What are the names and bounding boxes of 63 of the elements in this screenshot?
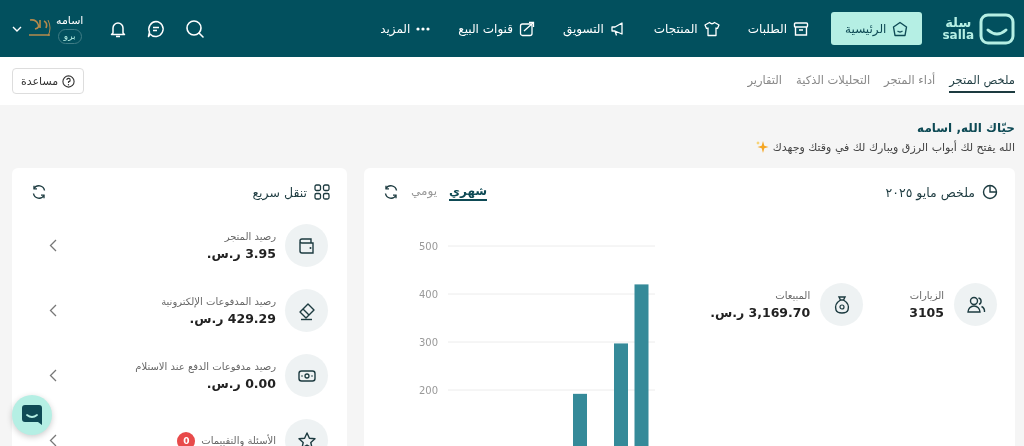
item-label: رصيد المدفوعات الإلكترونية <box>161 295 276 307</box>
greeting-text: الله يفتح لك أبواب الرزق ويبارك لك في وقتك وجهدك <box>772 140 1015 154</box>
megaphone-icon <box>609 20 626 37</box>
nav-item[interactable]: الرئيسية <box>831 12 923 45</box>
count-badge: 0 <box>177 431 196 446</box>
logo-text: salla <box>942 29 974 41</box>
card-title: ملخص مايو ٢٠٢٥ <box>885 184 975 200</box>
cash-icon <box>285 354 328 397</box>
chevron-left-icon[interactable] <box>49 239 57 252</box>
y-tick: 500 <box>418 241 438 252</box>
nav-item[interactable]: قنوات البيع <box>446 12 547 45</box>
y-tick: 400 <box>418 289 438 300</box>
y-tick: 200 <box>418 385 438 396</box>
stat-value: 3,169.70 ر.س. <box>710 304 811 320</box>
user-name[interactable]: اسامه <box>56 13 84 27</box>
more-icon <box>416 26 431 31</box>
sparkle-icon <box>754 140 769 154</box>
box-icon <box>793 20 810 37</box>
logo-text: سلة <box>945 16 972 29</box>
bell-icon[interactable] <box>109 19 128 38</box>
item-label: الأسئلة والتقييمات <box>201 435 276 446</box>
chat-bubble-icon <box>21 404 43 426</box>
item-value: 0.00 ر.س. <box>205 375 276 391</box>
tab[interactable]: التحليلات الذكية <box>796 69 871 93</box>
help-icon <box>62 74 76 88</box>
tab[interactable]: التقارير <box>747 69 783 93</box>
chevron-left-icon[interactable] <box>49 434 57 446</box>
home-icon <box>892 20 909 37</box>
stat-value: 3105 <box>909 304 944 320</box>
item-label: رصيد مدفوعات الدفع عند الاستلام <box>135 360 276 372</box>
tab[interactable]: ملخص المتجر <box>949 69 1015 93</box>
help-button[interactable]: مساعدة <box>12 68 85 94</box>
pie-chart-icon <box>982 184 998 200</box>
bar <box>573 393 587 446</box>
item-label: رصيد المتجر <box>224 230 276 242</box>
nav-item[interactable]: الطلبات <box>735 12 822 45</box>
tab[interactable]: أداء المتجر <box>884 69 936 93</box>
chevron-down-icon[interactable] <box>12 25 22 32</box>
item-value: 429.29 ر.س. <box>188 310 276 326</box>
nav-item[interactable]: المزيد <box>368 12 443 45</box>
wallet-icon <box>285 224 328 267</box>
greeting-title: حيّاك الله, اسامه <box>916 121 1015 135</box>
search-icon[interactable] <box>185 18 206 39</box>
stat-label: الزيارات <box>909 289 944 301</box>
money-bag-icon <box>820 283 864 326</box>
period-tab[interactable]: شهري <box>448 183 488 201</box>
item-value: 3.95 ر.س. <box>205 245 276 261</box>
nav-item[interactable]: المنتجات <box>641 12 732 45</box>
card-icon <box>285 289 328 332</box>
card-title: تنقل سريع <box>252 184 307 200</box>
share-icon <box>518 20 535 37</box>
chat-icon[interactable] <box>147 19 166 38</box>
chevron-left-icon[interactable] <box>49 369 57 382</box>
refresh-icon[interactable] <box>383 184 399 200</box>
refresh-icon[interactable] <box>31 184 47 200</box>
stat-label: المبيعات <box>774 289 811 301</box>
users-icon <box>954 283 997 326</box>
y-tick: 300 <box>418 337 438 348</box>
chevron-left-icon[interactable] <box>49 304 57 317</box>
nav-item[interactable]: التسويق <box>550 12 638 45</box>
shirt-icon <box>703 20 720 37</box>
logo-icon <box>979 12 1015 45</box>
grid-icon <box>314 184 330 200</box>
